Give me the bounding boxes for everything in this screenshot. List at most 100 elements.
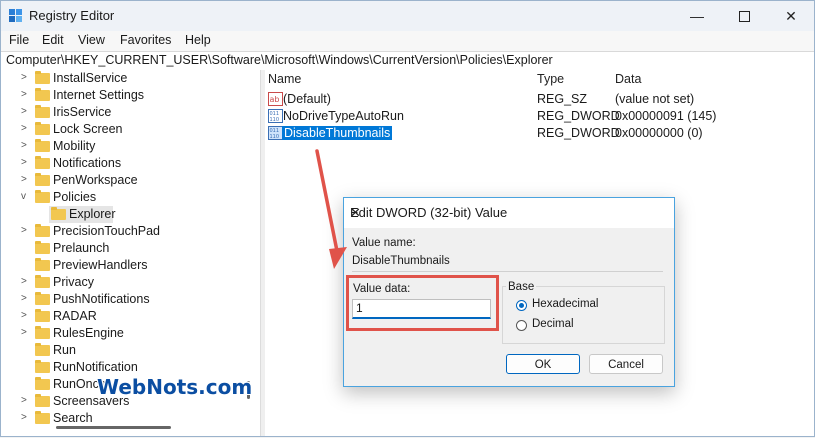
- tree-item-notifications[interactable]: > Notifications: [1, 155, 260, 172]
- tree-item-label: PenWorkspace: [53, 173, 138, 187]
- tree-item-label: Prelaunch: [53, 241, 110, 255]
- value-name: NoDriveTypeAutoRun: [283, 109, 404, 123]
- value-data: (value not set): [615, 92, 695, 106]
- tree-item-pushnotifications[interactable]: > PushNotifications: [1, 291, 260, 308]
- chevron-right-icon[interactable]: >: [21, 293, 31, 304]
- ok-button[interactable]: OK: [506, 354, 580, 374]
- cancel-button[interactable]: Cancel: [589, 354, 663, 374]
- chevron-right-icon[interactable]: >: [21, 310, 31, 321]
- menu-edit[interactable]: Edit: [42, 33, 64, 47]
- value-name: (Default): [283, 92, 331, 106]
- tree-item-label: Notifications: [53, 156, 122, 170]
- hexadecimal-label: Hexadecimal: [532, 298, 599, 310]
- tree-item-policies[interactable]: v Policies: [1, 189, 260, 206]
- chevron-right-icon[interactable]: >: [21, 106, 31, 117]
- folder-icon: [35, 326, 50, 339]
- tree-item-run[interactable]: Run: [1, 342, 260, 359]
- folder-icon: [35, 88, 50, 101]
- maximize-icon: [738, 10, 750, 22]
- folder-icon: [35, 394, 50, 407]
- folder-icon: [35, 173, 50, 186]
- chevron-right-icon[interactable]: >: [21, 412, 31, 423]
- chevron-right-icon[interactable]: >: [21, 327, 31, 338]
- tree-item-label: Mobility: [53, 139, 96, 153]
- minimize-button[interactable]: —: [674, 1, 720, 31]
- value-name-selected: DisableThumbnails: [282, 126, 393, 140]
- divider: [352, 271, 663, 272]
- value-data: 0x00000091 (145): [615, 109, 717, 123]
- chevron-right-icon[interactable]: >: [21, 276, 31, 287]
- tree-item-installservice[interactable]: > InstallService: [1, 70, 260, 87]
- tree-item-label: RunNotification: [53, 360, 138, 374]
- maximize-button[interactable]: [721, 1, 767, 31]
- tree-item-prelaunch[interactable]: Prelaunch: [1, 240, 260, 257]
- dword-value-icon: 011110: [268, 109, 283, 123]
- tree-item-label: Internet Settings: [53, 88, 145, 102]
- tree-item-penworkspace[interactable]: > PenWorkspace: [1, 172, 260, 189]
- tree-item-privacy[interactable]: > Privacy: [1, 274, 260, 291]
- hexadecimal-radio[interactable]: [516, 300, 527, 311]
- decimal-label: Decimal: [532, 318, 574, 330]
- tree-item-label: Lock Screen: [53, 122, 123, 136]
- chevron-right-icon[interactable]: >: [21, 123, 31, 134]
- chevron-right-icon[interactable]: >: [21, 140, 31, 151]
- tree-item-internet-settings[interactable]: > Internet Settings: [1, 87, 260, 104]
- column-header-name[interactable]: Name: [268, 72, 301, 86]
- value-row-disablethumbnails[interactable]: 011 110 DisableThumbnails REG_DWORD 0x000…: [265, 125, 814, 142]
- tree-item-label: Policies: [53, 190, 97, 204]
- tree-item-lock-screen[interactable]: > Lock Screen: [1, 121, 260, 138]
- folder-icon: [35, 343, 50, 356]
- folder-open-icon: [35, 190, 50, 203]
- menu-help[interactable]: Help: [185, 33, 211, 47]
- tree-item-previewhandlers[interactable]: PreviewHandlers: [1, 257, 260, 274]
- tree-item-rulesengine[interactable]: > RulesEngine: [1, 325, 260, 342]
- value-data: 0x00000000 (0): [615, 126, 703, 140]
- folder-icon: [51, 207, 66, 220]
- menu-favorites[interactable]: Favorites: [120, 33, 171, 47]
- base-group: [502, 286, 665, 344]
- tree-item-label: Privacy: [53, 275, 94, 289]
- close-icon: ✕: [785, 7, 797, 24]
- address-bar[interactable]: Computer\HKEY_CURRENT_USER\Software\Micr…: [1, 51, 814, 71]
- chevron-right-icon[interactable]: >: [21, 72, 31, 83]
- dialog-close-icon[interactable]: ✕: [350, 205, 666, 221]
- menu-bar: File Edit View Favorites Help: [1, 31, 814, 51]
- chevron-right-icon[interactable]: >: [21, 174, 31, 185]
- chevron-right-icon[interactable]: >: [21, 89, 31, 100]
- svg-text:110: 110: [270, 134, 280, 140]
- folder-icon: [35, 411, 50, 424]
- column-header-data[interactable]: Data: [615, 72, 641, 86]
- value-row-default[interactable]: ab (Default) REG_SZ (value not set): [265, 91, 814, 108]
- tree-item-label: RulesEngine: [53, 326, 124, 340]
- value-type: REG_SZ: [537, 92, 588, 106]
- tree-item-label: Explorer: [69, 207, 116, 221]
- tree-item-runnotification[interactable]: RunNotification: [1, 359, 260, 376]
- folder-icon: [35, 309, 50, 322]
- menu-file[interactable]: File: [9, 33, 29, 47]
- tree-item-label: Search: [53, 411, 93, 425]
- chevron-down-icon[interactable]: v: [21, 191, 31, 202]
- tree-item-label: PreviewHandlers: [53, 258, 148, 272]
- chevron-right-icon[interactable]: >: [21, 157, 31, 168]
- tree-horizontal-scrollbar[interactable]: [56, 426, 171, 429]
- decimal-radio[interactable]: [516, 320, 527, 331]
- registry-app-icon: [9, 9, 22, 22]
- column-header-type[interactable]: Type: [537, 72, 564, 86]
- tree-item-irisservice[interactable]: > IrisService: [1, 104, 260, 121]
- menu-view[interactable]: View: [78, 33, 105, 47]
- close-button[interactable]: ✕: [768, 1, 814, 31]
- tree-item-mobility[interactable]: > Mobility: [1, 138, 260, 155]
- window-title: Registry Editor: [29, 8, 115, 23]
- tree-item-precisiontouchpad[interactable]: > PrecisionTouchPad: [1, 223, 260, 240]
- tree-item-radar[interactable]: > RADAR: [1, 308, 260, 325]
- registry-editor-window: Registry Editor — ✕ File Edit View Favor…: [0, 0, 815, 437]
- value-row-nodrivetypeautorun[interactable]: 011 110 NoDriveTypeAutoRun REG_DWORD 0x00…: [265, 108, 814, 125]
- chevron-right-icon[interactable]: >: [21, 395, 31, 406]
- tree-item-explorer[interactable]: Explorer: [1, 206, 260, 223]
- dword-value-icon: 011110: [268, 126, 283, 140]
- address-path[interactable]: Computer\HKEY_CURRENT_USER\Software\Micr…: [6, 53, 553, 67]
- value-data-highlight-box: [346, 275, 499, 331]
- tree-item-search[interactable]: > Search: [1, 410, 260, 427]
- chevron-right-icon[interactable]: >: [21, 225, 31, 236]
- tree-item-label: RADAR: [53, 309, 97, 323]
